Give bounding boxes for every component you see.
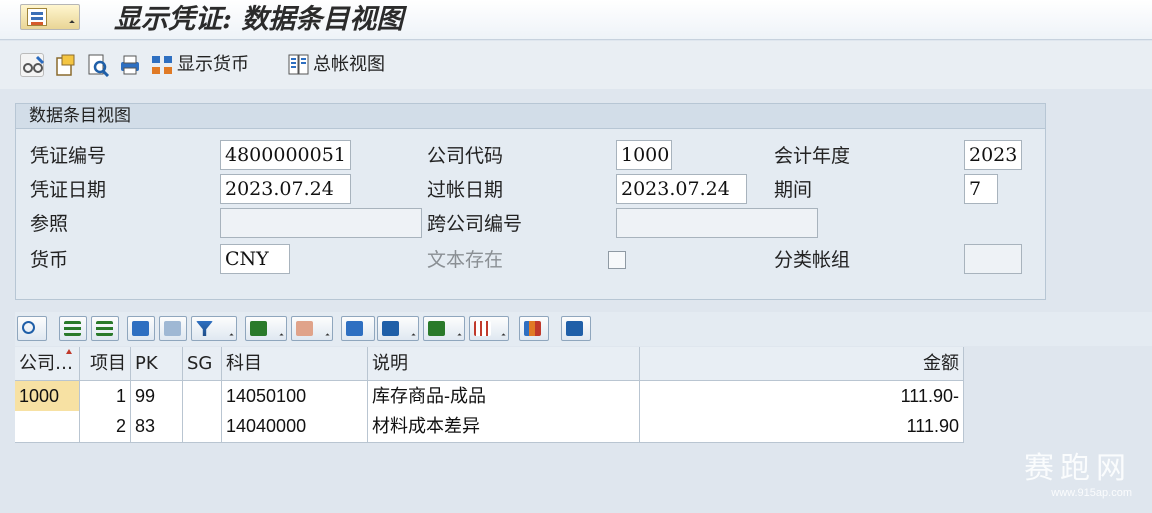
info-icon: [566, 321, 583, 336]
watermark: 赛跑网 www.915ap.com: [1024, 451, 1132, 499]
copy-document-icon[interactable]: [54, 53, 78, 77]
table-cell-company[interactable]: [15, 411, 80, 443]
reference-label: 参照: [30, 213, 69, 235]
display-currency-button[interactable]: 显示货币: [177, 53, 249, 77]
fiscal-year-field[interactable]: 2023: [964, 140, 1022, 170]
text-exists-label: 文本存在: [427, 249, 504, 271]
posting-date-field[interactable]: 2023.07.24: [616, 174, 747, 204]
title-bar: 显示凭证: 数据条目视图: [0, 0, 1152, 40]
doc-date-label: 凭证日期: [30, 179, 107, 201]
text-exists-checkbox[interactable]: [608, 251, 626, 269]
column-header-amount[interactable]: 金额: [640, 347, 964, 381]
table-cell-pk[interactable]: 99: [131, 381, 183, 413]
dropdown-arrow-icon: [279, 333, 284, 338]
table-cell-item[interactable]: 1: [80, 381, 131, 413]
doc-no-field[interactable]: 4800000051: [220, 140, 351, 170]
layout-grid-icon: [474, 321, 491, 336]
sort-descending-button[interactable]: [91, 316, 119, 341]
column-header-description[interactable]: 说明: [368, 347, 640, 381]
column-header-pk[interactable]: PK: [131, 347, 183, 381]
subtotal-icon: [296, 321, 313, 336]
table-cell-description[interactable]: 库存商品-成品: [368, 381, 640, 413]
export-icon: [428, 321, 445, 336]
filter-button[interactable]: [191, 316, 237, 341]
print-preview-button[interactable]: [341, 316, 375, 341]
currency-label: 货币: [30, 249, 69, 271]
column-header-sg[interactable]: SG: [183, 347, 222, 381]
ledger-view-icon[interactable]: [286, 53, 310, 77]
doc-date-field[interactable]: 2023.07.24: [220, 174, 351, 204]
currency-icon[interactable]: [150, 53, 174, 77]
cross-company-field[interactable]: [616, 208, 818, 238]
binoculars-icon: [132, 321, 149, 336]
table-cell-amount[interactable]: 111.90: [640, 411, 964, 443]
table-cell-amount[interactable]: 111.90-: [640, 381, 964, 413]
dropdown-arrow-icon: [69, 20, 75, 26]
company-code-field[interactable]: 1000: [616, 140, 672, 170]
glasses-icon[interactable]: [20, 53, 45, 77]
sort-ascending-icon: [64, 321, 81, 336]
table-cell-account[interactable]: 14050100: [222, 381, 368, 413]
table-cell-sg[interactable]: [183, 411, 222, 443]
printer-icon: [346, 321, 363, 336]
dropdown-arrow-icon: [457, 333, 462, 338]
application-toolbar: 显示货币 总帐视图: [0, 41, 1152, 89]
dropdown-arrow-icon: [229, 333, 234, 338]
header-group: 数据条目视图 凭证编号 4800000051 公司代码 1000 会计年度 20…: [15, 103, 1046, 300]
column-header-company[interactable]: 公司…: [15, 347, 80, 381]
sort-ascending-button[interactable]: [59, 316, 87, 341]
table-cell-company[interactable]: 1000: [15, 381, 80, 413]
find-next-button[interactable]: [159, 316, 187, 341]
line-items-table: 公司… 项目 PK SG 科目 说明 金额 1000 1 99 14050100…: [15, 347, 1152, 513]
company-code-label: 公司代码: [427, 145, 504, 167]
subtotal-button[interactable]: [291, 316, 333, 341]
column-header-account[interactable]: 科目: [222, 347, 368, 381]
cross-company-label: 跨公司编号: [427, 213, 523, 235]
find-button[interactable]: [127, 316, 155, 341]
ledger-group-field[interactable]: [964, 244, 1022, 274]
sap-menu-icon: [27, 8, 47, 26]
total-button[interactable]: [245, 316, 287, 341]
period-label: 期间: [774, 179, 813, 201]
dropdown-arrow-icon: [325, 333, 330, 338]
export-button[interactable]: [423, 316, 465, 341]
dropdown-arrow-icon: [501, 333, 506, 338]
ledger-group-label: 分类帐组: [774, 249, 851, 271]
gl-view-button[interactable]: 总帐视图: [313, 53, 385, 77]
views-button[interactable]: [377, 316, 419, 341]
currency-field[interactable]: CNY: [220, 244, 290, 274]
column-header-item[interactable]: 项目: [80, 347, 131, 381]
graphic-button[interactable]: [519, 316, 549, 341]
group-title: 数据条目视图: [16, 104, 1045, 129]
dropdown-arrow-icon: [411, 333, 416, 338]
table-cell-sg[interactable]: [183, 381, 222, 413]
table-cell-pk[interactable]: 83: [131, 411, 183, 443]
magnifier-icon: [22, 321, 35, 334]
doc-no-label: 凭证编号: [30, 145, 107, 167]
binoculars-next-icon: [164, 321, 181, 336]
table-cell-account[interactable]: 14040000: [222, 411, 368, 443]
period-field[interactable]: 7: [964, 174, 998, 204]
display-document-icon[interactable]: [86, 53, 110, 78]
alv-toolbar: [15, 312, 1152, 346]
sort-indicator-icon: [66, 349, 72, 354]
table-cell-description[interactable]: 材料成本差异: [368, 411, 640, 443]
posting-date-label: 过帐日期: [427, 179, 504, 201]
table-cell-item[interactable]: 2: [80, 411, 131, 443]
print-icon[interactable]: [118, 53, 142, 77]
sum-icon: [250, 321, 267, 336]
page-title: 显示凭证: 数据条目视图: [114, 4, 404, 35]
sort-descending-icon: [96, 321, 113, 336]
layout-button[interactable]: [469, 316, 509, 341]
fiscal-year-label: 会计年度: [774, 145, 851, 167]
bar-chart-icon: [524, 321, 541, 336]
details-button[interactable]: [17, 316, 47, 341]
information-button[interactable]: [561, 316, 591, 341]
system-menu-button[interactable]: [20, 4, 80, 30]
views-icon: [382, 321, 399, 336]
reference-field[interactable]: [220, 208, 422, 238]
filter-icon: [196, 321, 213, 336]
